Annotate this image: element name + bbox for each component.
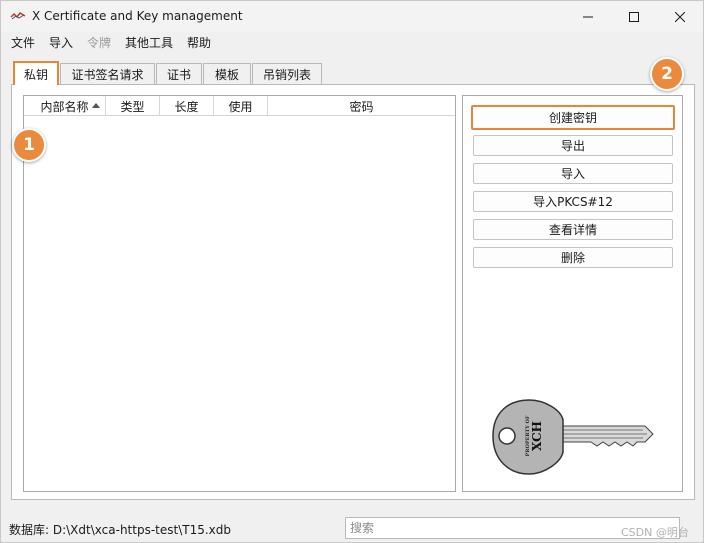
menu-token[interactable]: 令牌 [87, 34, 111, 51]
watermark-text: CSDN @明台 [621, 526, 689, 539]
tab-private-keys[interactable]: 私钥 [13, 61, 59, 85]
tab-csr[interactable]: 证书签名请求 [60, 63, 155, 84]
menu-import[interactable]: 导入 [49, 34, 73, 51]
title-bar[interactable]: X Certificate and Key management [1, 1, 703, 32]
import-pkcs12-button[interactable]: 导入PKCS#12 [473, 191, 673, 212]
key-list[interactable]: 内部名称 类型 长度 使用 密码 [23, 95, 456, 492]
close-button[interactable] [657, 1, 703, 32]
import-button[interactable]: 导入 [473, 163, 673, 184]
list-header: 内部名称 类型 长度 使用 密码 [24, 96, 455, 116]
maximize-icon [629, 11, 639, 22]
app-window: X Certificate and Key management 文件 导入 令… [0, 0, 704, 543]
column-header-label: 内部名称 [40, 99, 89, 114]
menu-help[interactable]: 帮助 [187, 34, 211, 51]
app-logo-icon [10, 12, 26, 20]
minimize-icon [583, 16, 593, 17]
column-header-password[interactable]: 密码 [268, 96, 455, 116]
show-details-button[interactable]: 查看详情 [473, 219, 673, 240]
export-button[interactable]: 导出 [473, 135, 673, 156]
window-title: X Certificate and Key management [32, 9, 243, 23]
menu-bar: 文件 导入 令牌 其他工具 帮助 [1, 32, 703, 52]
sort-ascending-icon [92, 103, 100, 108]
tab-revocation-lists[interactable]: 吊销列表 [252, 63, 322, 84]
minimize-button[interactable] [565, 1, 611, 32]
column-header-type[interactable]: 类型 [106, 96, 160, 116]
menu-other-tools[interactable]: 其他工具 [125, 34, 173, 51]
column-header-length[interactable]: 长度 [160, 96, 214, 116]
step-badge-1: 1 [12, 128, 46, 162]
column-header-internal-name[interactable]: 内部名称 [24, 96, 106, 116]
key-illustration-icon: PROPERTY OF XCH [492, 399, 654, 475]
delete-button[interactable]: 删除 [473, 247, 673, 268]
close-icon [675, 11, 685, 22]
step-badge-2: 2 [650, 57, 684, 91]
tab-templates[interactable]: 模板 [203, 63, 251, 84]
column-header-usage[interactable]: 使用 [214, 96, 268, 116]
key-illustration-large-text: XCH [530, 421, 544, 451]
tab-certificates[interactable]: 证书 [156, 63, 202, 84]
create-key-button[interactable]: 创建密钥 [471, 105, 675, 130]
maximize-button[interactable] [611, 1, 657, 32]
menu-file[interactable]: 文件 [11, 34, 35, 51]
database-path-label: 数据库: D:\Xdt\xca-https-test\T15.xdb [9, 523, 231, 537]
